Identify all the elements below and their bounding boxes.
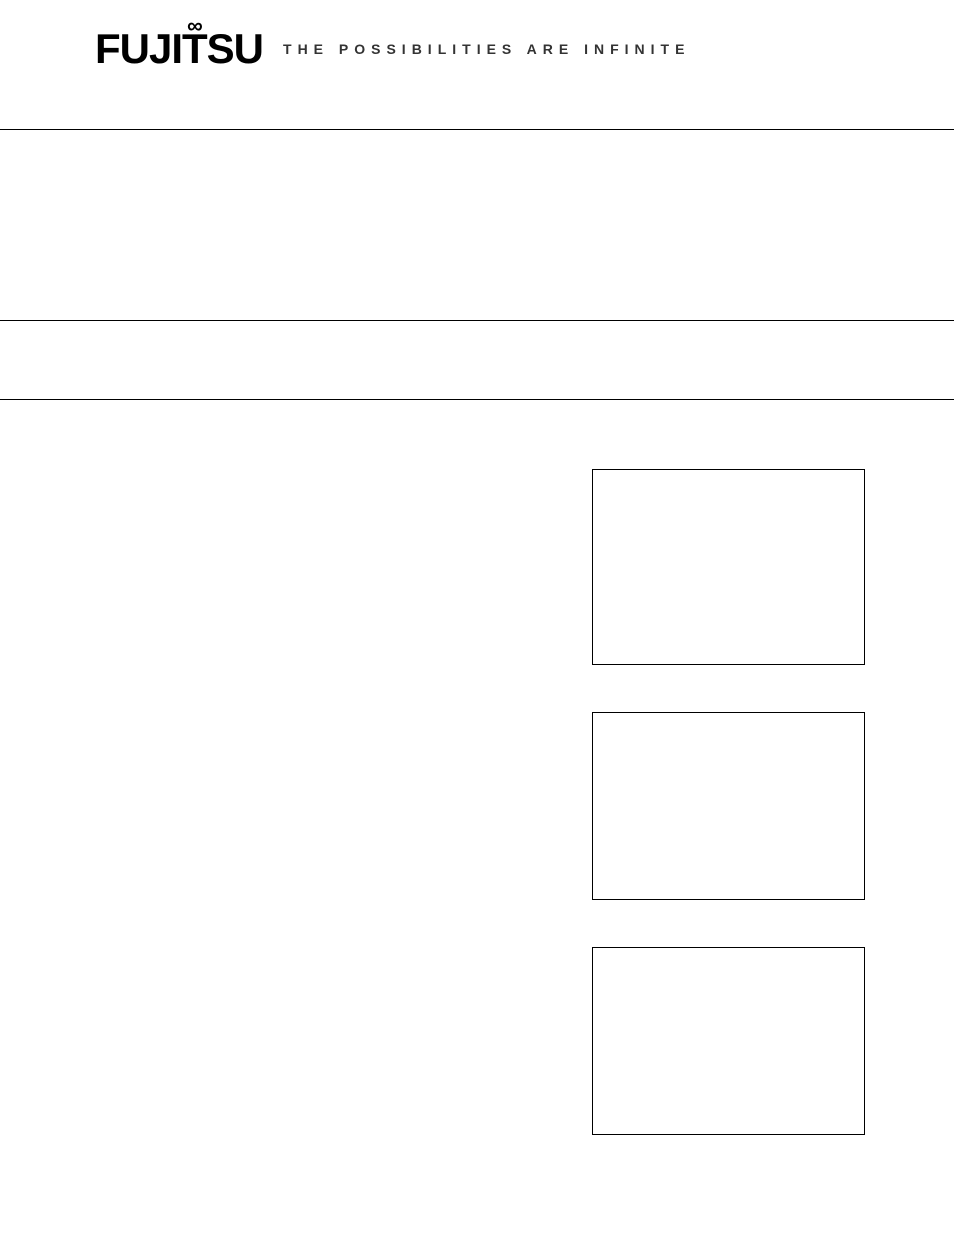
image-placeholder-box xyxy=(592,712,865,900)
image-placeholder-box xyxy=(592,947,865,1135)
tagline: THE POSSIBILITIES ARE INFINITE xyxy=(283,41,690,57)
infinity-icon: ∞ xyxy=(187,13,202,39)
logo: ∞ FUJITSU xyxy=(95,25,263,73)
header: ∞ FUJITSU THE POSSIBILITIES ARE INFINITE xyxy=(0,0,954,103)
divider-line xyxy=(0,320,954,321)
divider-line xyxy=(0,399,954,400)
logo-text: ∞ FUJITSU xyxy=(95,25,263,73)
divider-line xyxy=(0,129,954,130)
image-placeholder-box xyxy=(592,469,865,665)
